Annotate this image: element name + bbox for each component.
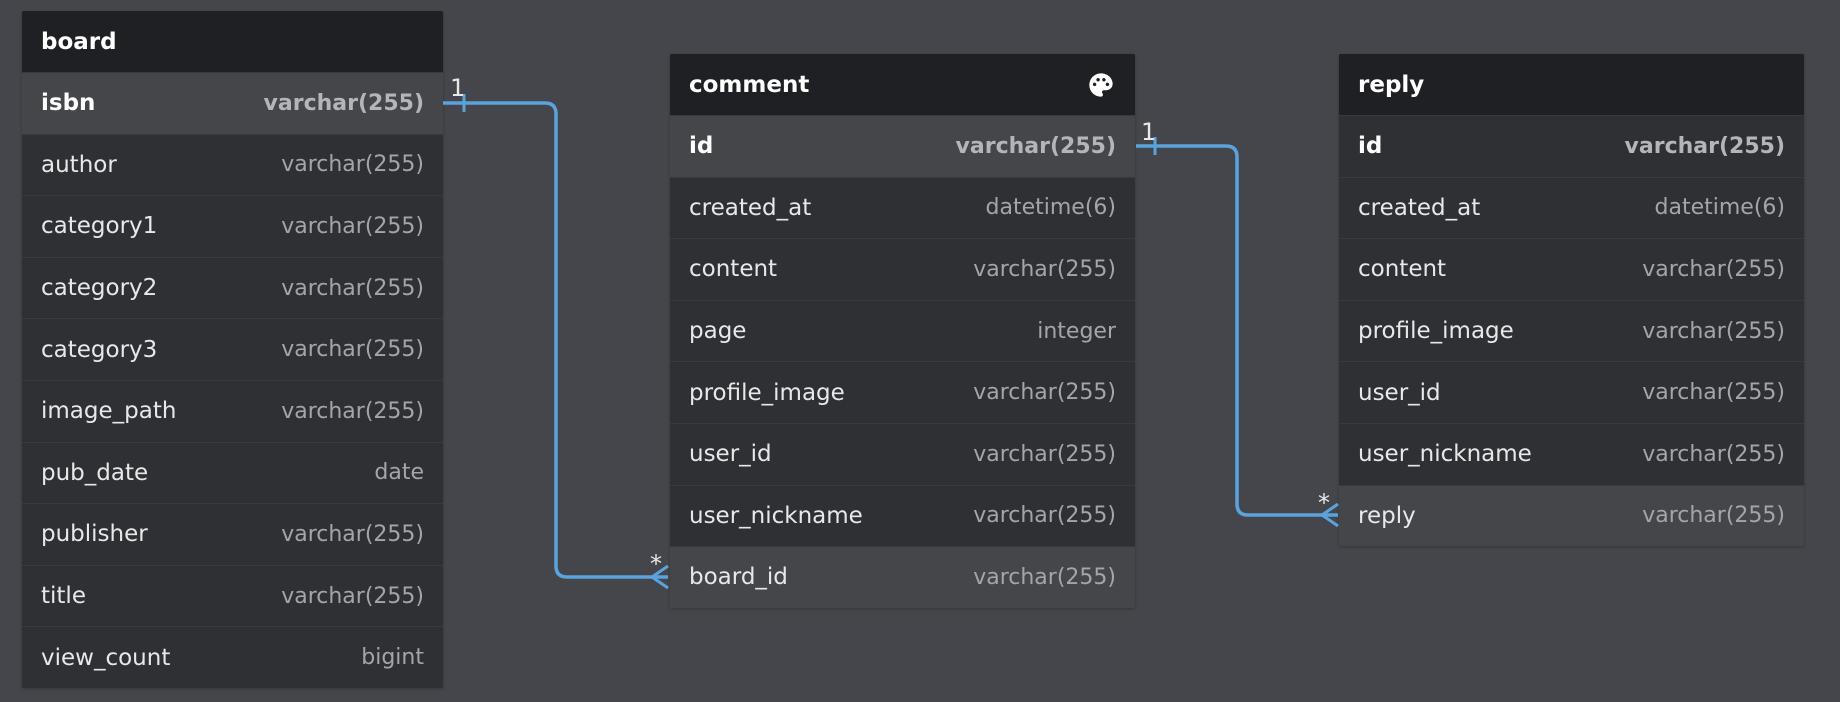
table-row[interactable]: user_nickname varchar(255) bbox=[670, 484, 1135, 547]
table-row[interactable]: category1 varchar(255) bbox=[22, 195, 443, 257]
column-name: pub_date bbox=[41, 459, 149, 486]
column-name: content bbox=[1358, 256, 1447, 283]
column-type: varchar(255) bbox=[281, 152, 424, 178]
column-type: varchar(255) bbox=[1642, 380, 1785, 406]
table-row[interactable]: category2 varchar(255) bbox=[22, 256, 443, 319]
column-type: varchar(255) bbox=[281, 583, 424, 609]
table-row[interactable]: id varchar(255) bbox=[1339, 115, 1804, 177]
column-type: varchar(255) bbox=[955, 133, 1116, 159]
connector-line[interactable] bbox=[443, 101, 668, 579]
column-name: created_at bbox=[689, 194, 812, 221]
many-marker bbox=[649, 564, 669, 590]
column-type: varchar(255) bbox=[1624, 133, 1785, 159]
column-type: varchar(255) bbox=[973, 564, 1116, 590]
table-row[interactable]: image_path varchar(255) bbox=[22, 379, 443, 442]
column-name: isbn bbox=[41, 90, 96, 117]
table-row[interactable]: created_at datetime(6) bbox=[670, 176, 1135, 239]
column-name: user_nickname bbox=[689, 502, 863, 529]
cardinality-one: 1 bbox=[450, 74, 465, 102]
column-name: user_id bbox=[689, 441, 772, 468]
palette-icon[interactable] bbox=[1086, 70, 1116, 100]
column-name: view_count bbox=[41, 644, 171, 671]
column-name: board_id bbox=[689, 564, 788, 591]
table-header-comment[interactable]: comment bbox=[670, 54, 1135, 115]
table-row[interactable]: content varchar(255) bbox=[670, 238, 1135, 300]
table-row[interactable]: reply varchar(255) bbox=[1339, 484, 1804, 547]
table-reply[interactable]: reply id varchar(255) created_at datetim… bbox=[1339, 54, 1804, 547]
column-name: page bbox=[689, 318, 747, 345]
column-type: bigint bbox=[361, 645, 424, 671]
column-type: varchar(255) bbox=[1642, 503, 1785, 529]
column-type: datetime(6) bbox=[1654, 195, 1785, 221]
column-name: category1 bbox=[41, 213, 158, 240]
column-type: varchar(255) bbox=[281, 213, 424, 239]
column-name: user_id bbox=[1358, 379, 1441, 406]
table-row[interactable]: view_count bigint bbox=[22, 626, 443, 688]
table-row[interactable]: board_id varchar(255) bbox=[670, 546, 1135, 608]
column-type: varchar(255) bbox=[263, 90, 424, 116]
column-name: category3 bbox=[41, 336, 158, 363]
column-type: datetime(6) bbox=[985, 195, 1116, 221]
table-row[interactable]: title varchar(255) bbox=[22, 564, 443, 627]
column-name: author bbox=[41, 151, 117, 178]
column-name: profile_image bbox=[1358, 318, 1514, 345]
column-name: image_path bbox=[41, 398, 177, 425]
diagram-canvas[interactable]: board isbn varchar(255) author varchar(2… bbox=[0, 0, 1840, 702]
table-row[interactable]: profile_image varchar(255) bbox=[670, 361, 1135, 423]
relation-comment-reply[interactable]: 1 * bbox=[1136, 118, 1339, 528]
column-type: varchar(255) bbox=[1642, 256, 1785, 282]
column-name: created_at bbox=[1358, 194, 1481, 221]
column-name: category2 bbox=[41, 275, 158, 302]
column-type: varchar(255) bbox=[281, 398, 424, 424]
table-row[interactable]: category3 varchar(255) bbox=[22, 318, 443, 380]
table-row[interactable]: author varchar(255) bbox=[22, 133, 443, 196]
table-name: board bbox=[41, 28, 117, 55]
column-type: varchar(255) bbox=[1642, 318, 1785, 344]
table-row[interactable]: id varchar(255) bbox=[670, 115, 1135, 177]
table-row[interactable]: isbn varchar(255) bbox=[22, 72, 443, 134]
column-type: varchar(255) bbox=[281, 275, 424, 301]
table-comment[interactable]: comment id varchar(255) created_at datet… bbox=[670, 54, 1135, 608]
table-row[interactable]: user_id varchar(255) bbox=[1339, 361, 1804, 423]
table-row[interactable]: page integer bbox=[670, 299, 1135, 362]
column-type: integer bbox=[1037, 318, 1116, 344]
column-name: user_nickname bbox=[1358, 441, 1532, 468]
column-name: title bbox=[41, 583, 86, 610]
table-header-board[interactable]: board bbox=[22, 11, 443, 72]
connector-line[interactable] bbox=[1136, 144, 1338, 517]
column-name: publisher bbox=[41, 521, 148, 548]
column-type: varchar(255) bbox=[1642, 441, 1785, 467]
table-row[interactable]: content varchar(255) bbox=[1339, 238, 1804, 300]
column-name: profile_image bbox=[689, 379, 845, 406]
table-board[interactable]: board isbn varchar(255) author varchar(2… bbox=[22, 11, 443, 688]
cardinality-many: * bbox=[650, 550, 662, 578]
column-type: varchar(255) bbox=[973, 441, 1116, 467]
table-row[interactable]: user_id varchar(255) bbox=[670, 422, 1135, 485]
column-name: id bbox=[689, 133, 714, 160]
column-name: reply bbox=[1358, 502, 1416, 529]
table-row[interactable]: created_at datetime(6) bbox=[1339, 176, 1804, 239]
column-name: id bbox=[1358, 133, 1383, 160]
column-type: varchar(255) bbox=[973, 503, 1116, 529]
column-type: date bbox=[374, 460, 424, 486]
table-row[interactable]: profile_image varchar(255) bbox=[1339, 299, 1804, 362]
table-name: comment bbox=[689, 71, 810, 98]
table-header-reply[interactable]: reply bbox=[1339, 54, 1804, 115]
column-type: varchar(255) bbox=[973, 380, 1116, 406]
cardinality-many: * bbox=[1318, 489, 1330, 517]
cardinality-one: 1 bbox=[1141, 118, 1156, 146]
table-row[interactable]: pub_date date bbox=[22, 441, 443, 504]
column-type: varchar(255) bbox=[281, 337, 424, 363]
column-type: varchar(255) bbox=[281, 521, 424, 547]
table-row[interactable]: publisher varchar(255) bbox=[22, 503, 443, 565]
table-name: reply bbox=[1358, 71, 1425, 98]
many-marker bbox=[1319, 502, 1339, 528]
column-type: varchar(255) bbox=[973, 256, 1116, 282]
column-name: content bbox=[689, 256, 778, 283]
relation-board-comment[interactable]: 1 * bbox=[443, 74, 669, 590]
table-row[interactable]: user_nickname varchar(255) bbox=[1339, 422, 1804, 485]
